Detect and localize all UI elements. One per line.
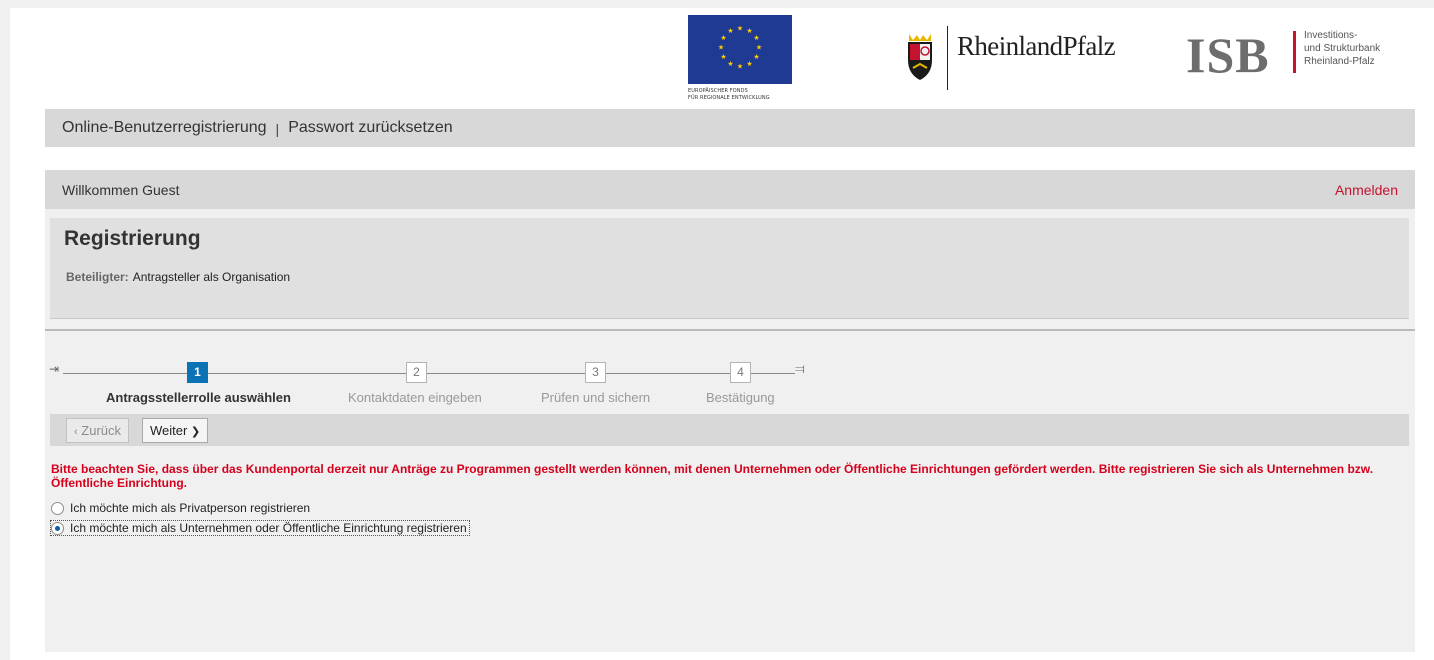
participant-info: Beteiligter: Antragsteller als Organisati… [66, 270, 290, 284]
rlp-logo: RheinlandPfalz [900, 26, 1140, 92]
eu-logo: ★ ★ ★ ★ ★ ★ ★ ★ ★ ★ ★ ★ EUROPÄISCHER FONDS FÜR REGI… [688, 15, 800, 111]
rlp-divider [947, 26, 948, 90]
chevron-left-icon: ‹ [74, 426, 78, 438]
rlp-crest-icon [908, 34, 932, 80]
notice-message: Bitte beachten Sie, dass über das Kunden… [51, 462, 1374, 490]
eu-star-icon: ★ [718, 44, 724, 52]
roadmap-line [208, 373, 406, 374]
eu-star-icon: ★ [746, 60, 752, 68]
registration-header: Registrierung Beteiligter: Antragsteller … [50, 218, 1409, 319]
eu-star-icon: ★ [756, 44, 762, 52]
roadmap-end-icon: ⫤ [795, 361, 805, 376]
option-company[interactable]: Ich möchte mich als Unternehmen oder Öff… [50, 520, 470, 536]
logo-header: ★ ★ ★ ★ ★ ★ ★ ★ ★ ★ ★ ★ EUROPÄISCHER FONDS FÜR REGI… [10, 8, 1434, 116]
step-4-label[interactable]: Bestätigung [706, 390, 775, 405]
next-button[interactable]: Weiter ❯ [142, 418, 209, 443]
chevron-right-icon: ❯ [190, 426, 201, 438]
eu-star-icon: ★ [727, 27, 733, 35]
nav-link-registration[interactable]: Online-Benutzerregistrierung [62, 119, 267, 137]
eu-star-icon: ★ [737, 63, 743, 71]
step-1-label[interactable]: Antragsstellerrolle auswählen [106, 390, 291, 405]
eu-star-icon: ★ [720, 34, 726, 42]
step-2-indicator[interactable]: 2 [406, 362, 427, 383]
eu-caption: EUROPÄISCHER FONDS FÜR REGIONALE ENTWICK… [688, 88, 770, 101]
isb-logo: ISB Investitions- und Strukturbank Rhein… [1186, 24, 1426, 84]
option-company-label: Ich möchte mich als Unternehmen oder Öff… [70, 521, 467, 535]
participant-value: Antragsteller als Organisation [132, 270, 291, 284]
eu-star-icon: ★ [753, 34, 759, 42]
roadmap-line [63, 373, 187, 374]
roadmap-line [427, 373, 585, 374]
eu-star-icon: ★ [727, 60, 733, 68]
step-4-indicator[interactable]: 4 [730, 362, 751, 383]
welcome-text: Willkommen Guest [62, 181, 180, 198]
radio-company[interactable] [51, 521, 64, 535]
eu-flag-icon: ★ ★ ★ ★ ★ ★ ★ ★ ★ ★ ★ ★ [688, 15, 792, 84]
option-private-person-label: Ich möchte mich als Privatperson registr… [70, 501, 311, 515]
isb-sub-line3: Rheinland-Pfalz [1304, 56, 1375, 67]
step-1-indicator[interactable]: 1 [187, 362, 208, 383]
step-2-label[interactable]: Kontaktdaten eingeben [348, 390, 482, 405]
divider [45, 329, 1415, 331]
roadmap-line [606, 373, 730, 374]
content-panel: Registrierung Beteiligter: Antragsteller … [45, 209, 1415, 652]
step-3-label[interactable]: Prüfen und sichern [541, 390, 650, 405]
page-title: Registrierung [64, 227, 201, 250]
step-3-indicator[interactable]: 3 [585, 362, 606, 383]
isb-divider [1293, 31, 1296, 73]
rlp-wordmark: RheinlandPfalz [957, 31, 1116, 61]
welcome-bar: Willkommen Guest Anmelden [45, 170, 1415, 209]
participant-label: Beteiligter: [66, 270, 129, 284]
eu-star-icon: ★ [746, 27, 752, 35]
isb-sub-line1: Investitions- [1304, 30, 1358, 41]
login-link[interactable]: Anmelden [1335, 182, 1398, 198]
nav-separator: | [275, 121, 280, 137]
back-button-label: Zurück [81, 423, 122, 438]
next-button-label: Weiter [150, 423, 188, 438]
eu-star-icon: ★ [720, 53, 726, 61]
back-button[interactable]: ‹ Zurück [66, 418, 130, 443]
step-roadmap: ⇥ ⫤ 1 2 3 4 Antragsstellerrolle auswähle… [45, 357, 845, 407]
roadmap-start-icon: ⇥ [49, 362, 60, 376]
roadmap-line [751, 373, 795, 374]
eu-star-icon: ★ [737, 25, 743, 33]
top-nav: Online-Benutzerregistrierung | Passwort … [45, 109, 1415, 147]
radio-private-person[interactable] [51, 501, 64, 515]
option-private-person[interactable]: Ich möchte mich als Privatperson registr… [51, 501, 310, 515]
isb-subtitle: Investitions- und Strukturbank Rheinland… [1304, 29, 1380, 68]
step-toolbar: ‹ Zurück Weiter ❯ [50, 414, 1409, 446]
isb-sub-line2: und Strukturbank [1304, 43, 1381, 54]
eu-caption-line2: FÜR REGIONALE ENTWICKLUNG [688, 94, 770, 101]
isb-wordmark: ISB [1186, 27, 1270, 83]
nav-link-reset-password[interactable]: Passwort zurücksetzen [288, 119, 453, 137]
eu-star-icon: ★ [753, 53, 759, 61]
